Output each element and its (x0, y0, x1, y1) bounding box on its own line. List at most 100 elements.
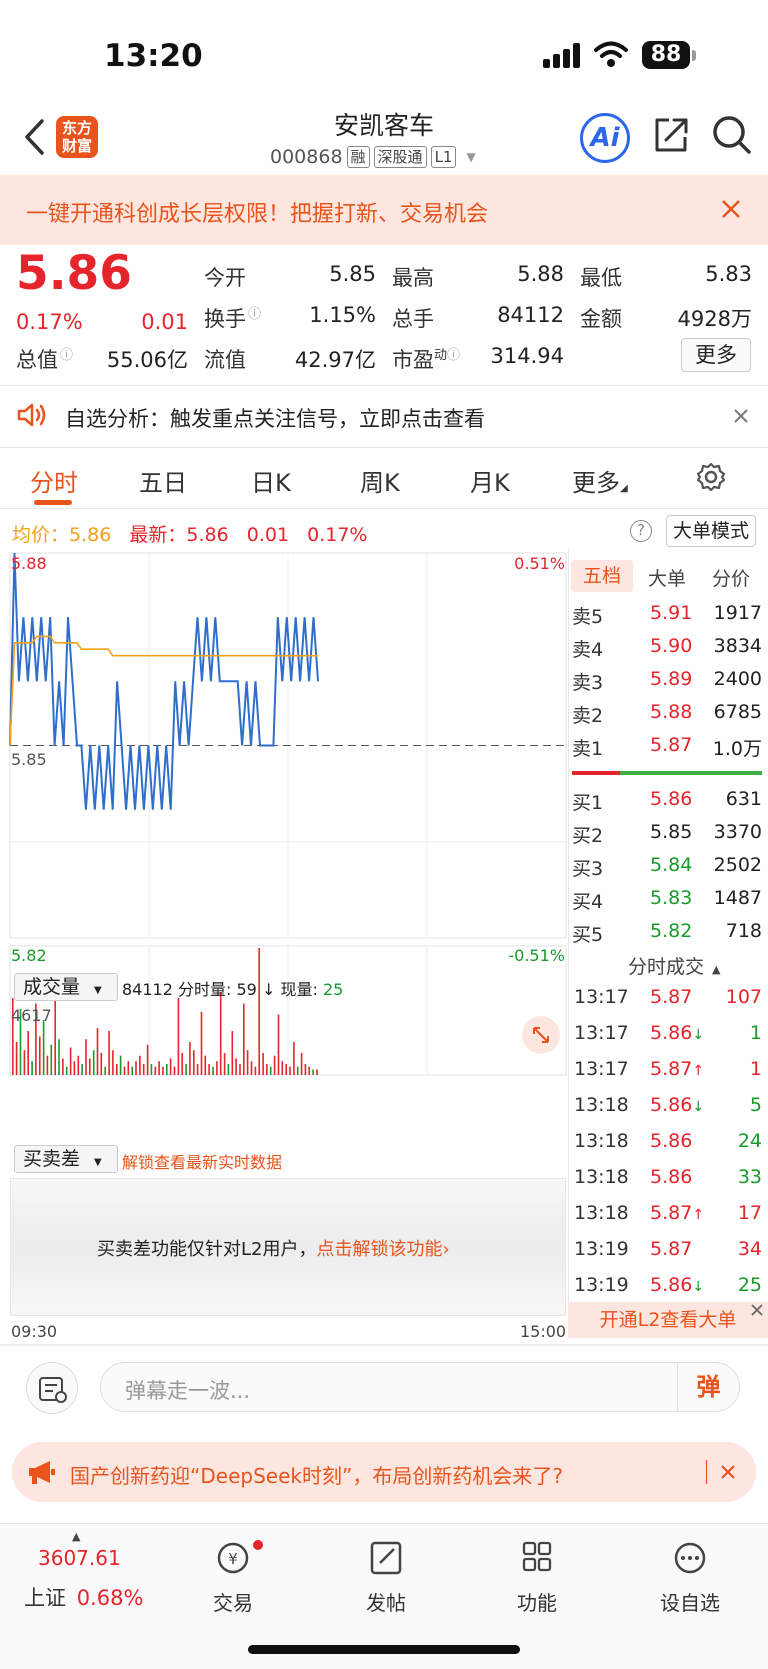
tab-daily-k[interactable]: 日K (251, 463, 291, 498)
index-widget[interactable]: ▲ 3607.61 上证 0.68% (24, 1530, 154, 1620)
tab-add-watchlist[interactable]: 设自选 (640, 1540, 740, 1616)
volume-bar (300, 1053, 303, 1075)
index-value: 3607.61 (38, 1546, 121, 1570)
spread-lock-panel[interactable]: 买卖差功能仅针对L2用户，点击解锁该功能› (10, 1178, 566, 1316)
bid-row[interactable]: 买2 5.85 3370 (572, 817, 762, 849)
field-turnover-label[interactable]: 换手 ⓘ (204, 303, 261, 333)
ask-volume: 3834 (713, 635, 762, 657)
danmu-input[interactable]: 弹幕走一波... 弹 (100, 1362, 740, 1412)
caret-down-icon: ▼ (466, 150, 476, 164)
battery-indicator: 88 (642, 41, 690, 69)
danmu-send-button[interactable]: 弹 (677, 1363, 739, 1411)
volume-bar (65, 1066, 68, 1075)
volume-bar (123, 1066, 126, 1075)
trade-row: 13:19 5.86↓ 25 (572, 1268, 762, 1302)
trade-price-value: 5.86 (650, 1166, 693, 1188)
tab-intraday[interactable]: 分时 (30, 463, 78, 498)
caret-up-icon: ▲ (72, 1530, 81, 1543)
trade-price-value: 5.87 (650, 1202, 693, 1224)
caret-up-icon: ▲ (712, 963, 721, 976)
bid-row[interactable]: 买1 5.86 631 (572, 784, 762, 816)
bid-row[interactable]: 买4 5.83 1487 (572, 883, 762, 915)
index-row: 上证 0.68% (24, 1582, 143, 1612)
tab-five-day[interactable]: 五日 (139, 463, 187, 498)
promo-close-icon[interactable] (721, 199, 741, 219)
ob-tab-five[interactable]: 五档 (571, 560, 633, 592)
spread-unlock-hint[interactable]: 解锁查看最新实时数据 (122, 1149, 282, 1173)
ob-tab-big[interactable]: 大单 (648, 564, 686, 591)
ask-price: 5.90 (650, 635, 693, 657)
unlock-link[interactable]: 点击解锁该功能› (316, 1239, 449, 1260)
ad-divider (706, 1460, 707, 1484)
now-volume-label: 现量: (280, 980, 318, 999)
ob-tab-price[interactable]: 分价 (712, 564, 750, 591)
notice-close-icon[interactable] (733, 408, 749, 424)
y-max-label: 5.88 (11, 554, 47, 573)
volume-selector[interactable]: 成交量 ▼ (14, 973, 118, 1001)
tab-weekly-k[interactable]: 周K (360, 463, 400, 498)
ask-volume: 2400 (713, 668, 762, 690)
tab-trade[interactable]: ¥ 交易 (183, 1540, 283, 1616)
volume-bar (166, 1064, 168, 1075)
minute-volume-label: 分时量: (178, 980, 232, 999)
bid-price: 5.84 (650, 854, 693, 876)
trades-header[interactable]: 分时成交 ▲ (628, 952, 720, 979)
tab-more[interactable]: 更多◢ (572, 463, 628, 498)
ai-assistant-button[interactable]: Ai (580, 113, 630, 163)
ask-row[interactable]: 卖2 5.88 6785 (572, 697, 762, 729)
ask-row[interactable]: 卖3 5.89 2400 (572, 664, 762, 696)
volume-bar (119, 1055, 122, 1075)
ask-label: 卖4 (572, 639, 604, 661)
trade-price-value: 5.87 (650, 986, 693, 1008)
volume-bar (277, 1014, 280, 1075)
trade-direction-icon: ↓ (692, 1279, 705, 1295)
divider (0, 1344, 768, 1346)
l2-upgrade-banner[interactable]: 开通L2查看大单 (568, 1302, 768, 1338)
trade-price-value: 5.87 (650, 1238, 693, 1260)
tab-post[interactable]: 发帖 (336, 1540, 436, 1616)
tab-functions-label: 功能 (517, 1591, 557, 1615)
volume-bar (27, 1031, 29, 1075)
field-mktcap-label[interactable]: 总值 ⓘ (16, 344, 73, 374)
notice-text[interactable]: 自选分析：触发重点关注信号，立即点击查看 (65, 403, 485, 433)
trade-volume: 33 (737, 1166, 762, 1188)
help-icon[interactable]: ? (630, 520, 652, 542)
promo-banner-text: 一键开通科创成长层权限！把握打新、交易机会 (26, 202, 489, 227)
search-icon[interactable] (712, 115, 752, 155)
bid-row[interactable]: 买3 5.84 2502 (572, 850, 762, 882)
ask-label: 卖3 (572, 672, 604, 694)
tab-functions[interactable]: 功能 (487, 1540, 587, 1616)
ask-row[interactable]: 卖1 5.87 1.0万 (572, 730, 762, 762)
ask-volume: 6785 (713, 701, 762, 723)
expand-chart-button[interactable] (522, 1016, 560, 1054)
field-pe-label[interactable]: 市盈动ⓘ (392, 344, 460, 374)
ad-close-icon[interactable] (720, 1464, 736, 1480)
trade-price-value: 5.86 (650, 1130, 693, 1152)
spread-selector[interactable]: 买卖差 ▼ (14, 1145, 118, 1173)
big-order-mode-button[interactable]: 大单模式 (666, 515, 756, 547)
share-icon[interactable] (652, 116, 690, 154)
bid-label: 买5 (572, 924, 604, 946)
volume-max-label: 4617 (11, 1006, 52, 1025)
volume-bar (39, 1036, 41, 1075)
more-fields-button[interactable]: 更多 (681, 338, 751, 372)
settings-gear-icon[interactable] (696, 462, 726, 492)
latest-value: 5.86 (186, 524, 229, 546)
volume-bar (258, 948, 260, 1075)
bid-price: 5.85 (650, 821, 693, 843)
stock-code-row[interactable]: 000868 融 深股通 L1 ▼ (270, 146, 476, 168)
ad-banner-text: 国产创新药迎“DeepSeek时刻”，布局创新药机会来了? (70, 1464, 563, 1488)
price-line (9, 552, 319, 810)
field-float-label: 流值 (204, 348, 246, 372)
l2-close-icon[interactable] (750, 1303, 764, 1317)
change-amount: 0.01 (141, 310, 188, 334)
ask-row[interactable]: 卖5 5.91 1917 (572, 598, 762, 630)
trade-time: 13:19 (574, 1274, 629, 1296)
divider (0, 447, 768, 448)
volume-bar (146, 1044, 149, 1075)
volume-bar (239, 1064, 241, 1075)
tab-monthly-k[interactable]: 月K (470, 463, 510, 498)
danmu-list-button[interactable] (26, 1362, 78, 1414)
ask-row[interactable]: 卖4 5.90 3834 (572, 631, 762, 663)
bid-row[interactable]: 买5 5.82 718 (572, 916, 762, 948)
